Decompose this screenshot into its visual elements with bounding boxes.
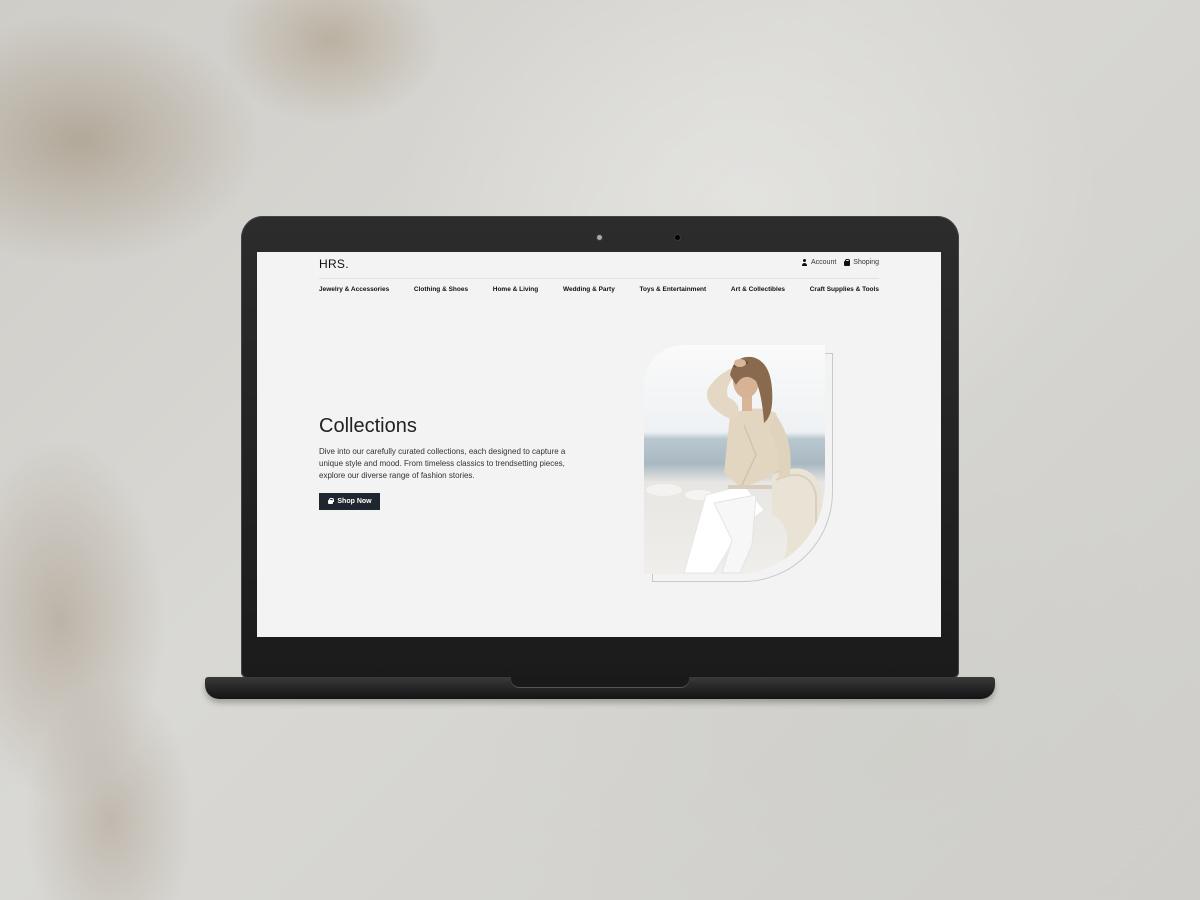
nav-item-craft[interactable]: Craft Supplies & Tools xyxy=(810,286,879,293)
shop-now-label: Shop Now xyxy=(337,498,372,505)
shopping-link[interactable]: Shoping xyxy=(843,259,879,266)
category-nav: Jewelry & Accessories Clothing & Shoes H… xyxy=(319,286,879,293)
header: HRS. Account Shoping xyxy=(319,252,879,279)
nav-item-jewelry[interactable]: Jewelry & Accessories xyxy=(319,286,389,293)
shopping-bag-icon xyxy=(843,259,851,266)
nav-item-art[interactable]: Art & Collectibles xyxy=(731,286,785,293)
nav-item-clothing[interactable]: Clothing & Shoes xyxy=(414,286,468,293)
nav-item-home[interactable]: Home & Living xyxy=(493,286,539,293)
hero-photo xyxy=(644,345,825,574)
shop-now-button[interactable]: Shop Now xyxy=(319,493,380,510)
shopping-label: Shoping xyxy=(853,259,879,266)
nav-item-wedding[interactable]: Wedding & Party xyxy=(563,286,615,293)
nav-item-toys[interactable]: Toys & Entertainment xyxy=(640,286,707,293)
user-icon xyxy=(801,259,808,266)
camera-icon xyxy=(597,235,602,240)
model-illustration xyxy=(646,356,822,574)
shopping-bag-icon xyxy=(327,498,334,505)
account-link[interactable]: Account xyxy=(801,259,836,266)
hero-description: Dive into our carefully curated collecti… xyxy=(319,447,566,480)
laptop-notch xyxy=(511,677,689,687)
laptop-base xyxy=(205,677,995,699)
laptop-screen: HRS. Account Shoping Jewelry & Accessori… xyxy=(257,252,941,637)
header-actions: Account Shoping xyxy=(801,259,879,266)
sensor-icon xyxy=(675,235,680,240)
account-label: Account xyxy=(811,259,837,266)
hero-title: Collections xyxy=(319,415,417,437)
site-logo[interactable]: HRS. xyxy=(319,257,349,271)
